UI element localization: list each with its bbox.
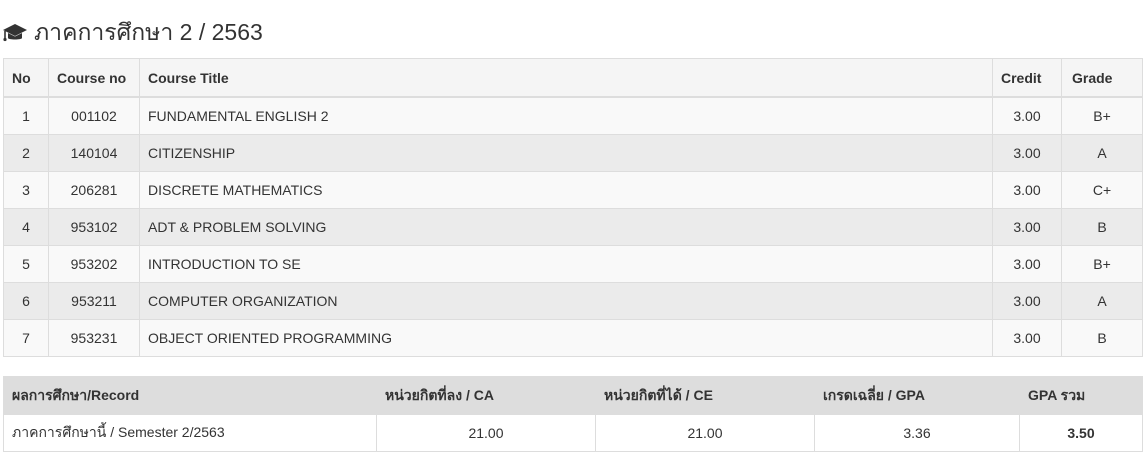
row-grade: B+ <box>1061 96 1143 135</box>
header-ca: หน่วยกิตที่ลง / CA <box>376 376 596 415</box>
semester-title: ภาคการศึกษา 2 / 2563 <box>34 19 263 45</box>
row-course-title: OBJECT ORIENTED PROGRAMMING <box>139 319 993 357</box>
row-no: 7 <box>3 319 49 357</box>
header-course-no: Course no <box>48 58 140 98</box>
graduation-cap-icon <box>2 21 30 45</box>
table-row: 3 206281 DISCRETE MATHEMATICS 3.00 C+ <box>3 171 1143 209</box>
row-no: 2 <box>3 134 49 172</box>
semester-heading: ภาคการศึกษา 2 / 2563 <box>2 16 263 50</box>
row-no: 6 <box>3 282 49 320</box>
row-credit: 3.00 <box>992 282 1062 320</box>
row-grade: B <box>1061 208 1143 246</box>
table-row: 7 953231 OBJECT ORIENTED PROGRAMMING 3.0… <box>3 319 1143 357</box>
row-credit: 3.00 <box>992 319 1062 357</box>
row-course-no: 953231 <box>48 319 140 357</box>
row-credit: 3.00 <box>992 208 1062 246</box>
summary-row: ภาคการศึกษานี้ / Semester 2/2563 21.00 2… <box>3 414 1143 452</box>
summary-table: ผลการศึกษา/Record หน่วยกิตที่ลง / CA หน่… <box>3 376 1143 452</box>
table-row: 6 953211 COMPUTER ORGANIZATION 3.00 A <box>3 282 1143 320</box>
row-no: 4 <box>3 208 49 246</box>
row-credit: 3.00 <box>992 171 1062 209</box>
row-course-title: COMPUTER ORGANIZATION <box>139 282 993 320</box>
summary-header-row: ผลการศึกษา/Record หน่วยกิตที่ลง / CA หน่… <box>3 376 1143 415</box>
row-credit: 3.00 <box>992 96 1062 135</box>
row-course-title: ADT & PROBLEM SOLVING <box>139 208 993 246</box>
row-course-title: DISCRETE MATHEMATICS <box>139 171 993 209</box>
header-course-title: Course Title <box>139 58 993 98</box>
header-grade: Grade <box>1061 58 1143 98</box>
header-ce: หน่วยกิตที่ได้ / CE <box>595 376 815 415</box>
table-row: 5 953202 INTRODUCTION TO SE 3.00 B+ <box>3 245 1143 283</box>
header-record: ผลการศึกษา/Record <box>3 376 377 415</box>
row-no: 5 <box>3 245 49 283</box>
row-grade: A <box>1061 282 1143 320</box>
header-credit: Credit <box>992 58 1062 98</box>
row-course-title: CITIZENSHIP <box>139 134 993 172</box>
row-grade: A <box>1061 134 1143 172</box>
summary-gpa-value: 3.36 <box>814 414 1020 452</box>
table-row: 2 140104 CITIZENSHIP 3.00 A <box>3 134 1143 172</box>
row-course-no: 140104 <box>48 134 140 172</box>
courses-table: No Course no Course Title Credit Grade 1… <box>3 58 1143 357</box>
row-course-no: 953211 <box>48 282 140 320</box>
summary-ca-value: 21.00 <box>376 414 596 452</box>
row-course-no: 001102 <box>48 96 140 135</box>
row-course-no: 953102 <box>48 208 140 246</box>
row-course-title: INTRODUCTION TO SE <box>139 245 993 283</box>
row-course-no: 953202 <box>48 245 140 283</box>
row-grade: C+ <box>1061 171 1143 209</box>
row-no: 3 <box>3 171 49 209</box>
summary-ce-value: 21.00 <box>595 414 815 452</box>
header-gpa: เกรดเฉลี่ย / GPA <box>814 376 1020 415</box>
summary-gpa-total-value: 3.50 <box>1019 414 1143 452</box>
row-credit: 3.00 <box>992 245 1062 283</box>
table-row: 1 001102 FUNDAMENTAL ENGLISH 2 3.00 B+ <box>3 96 1143 135</box>
summary-semester-label: ภาคการศึกษานี้ / Semester 2/2563 <box>3 414 377 452</box>
courses-header-row: No Course no Course Title Credit Grade <box>3 58 1143 98</box>
row-course-title: FUNDAMENTAL ENGLISH 2 <box>139 96 993 135</box>
header-no: No <box>3 58 49 98</box>
row-course-no: 206281 <box>48 171 140 209</box>
table-row: 4 953102 ADT & PROBLEM SOLVING 3.00 B <box>3 208 1143 246</box>
header-gpa-total: GPA รวม <box>1019 376 1143 415</box>
row-grade: B <box>1061 319 1143 357</box>
row-no: 1 <box>3 96 49 135</box>
row-grade: B+ <box>1061 245 1143 283</box>
row-credit: 3.00 <box>992 134 1062 172</box>
